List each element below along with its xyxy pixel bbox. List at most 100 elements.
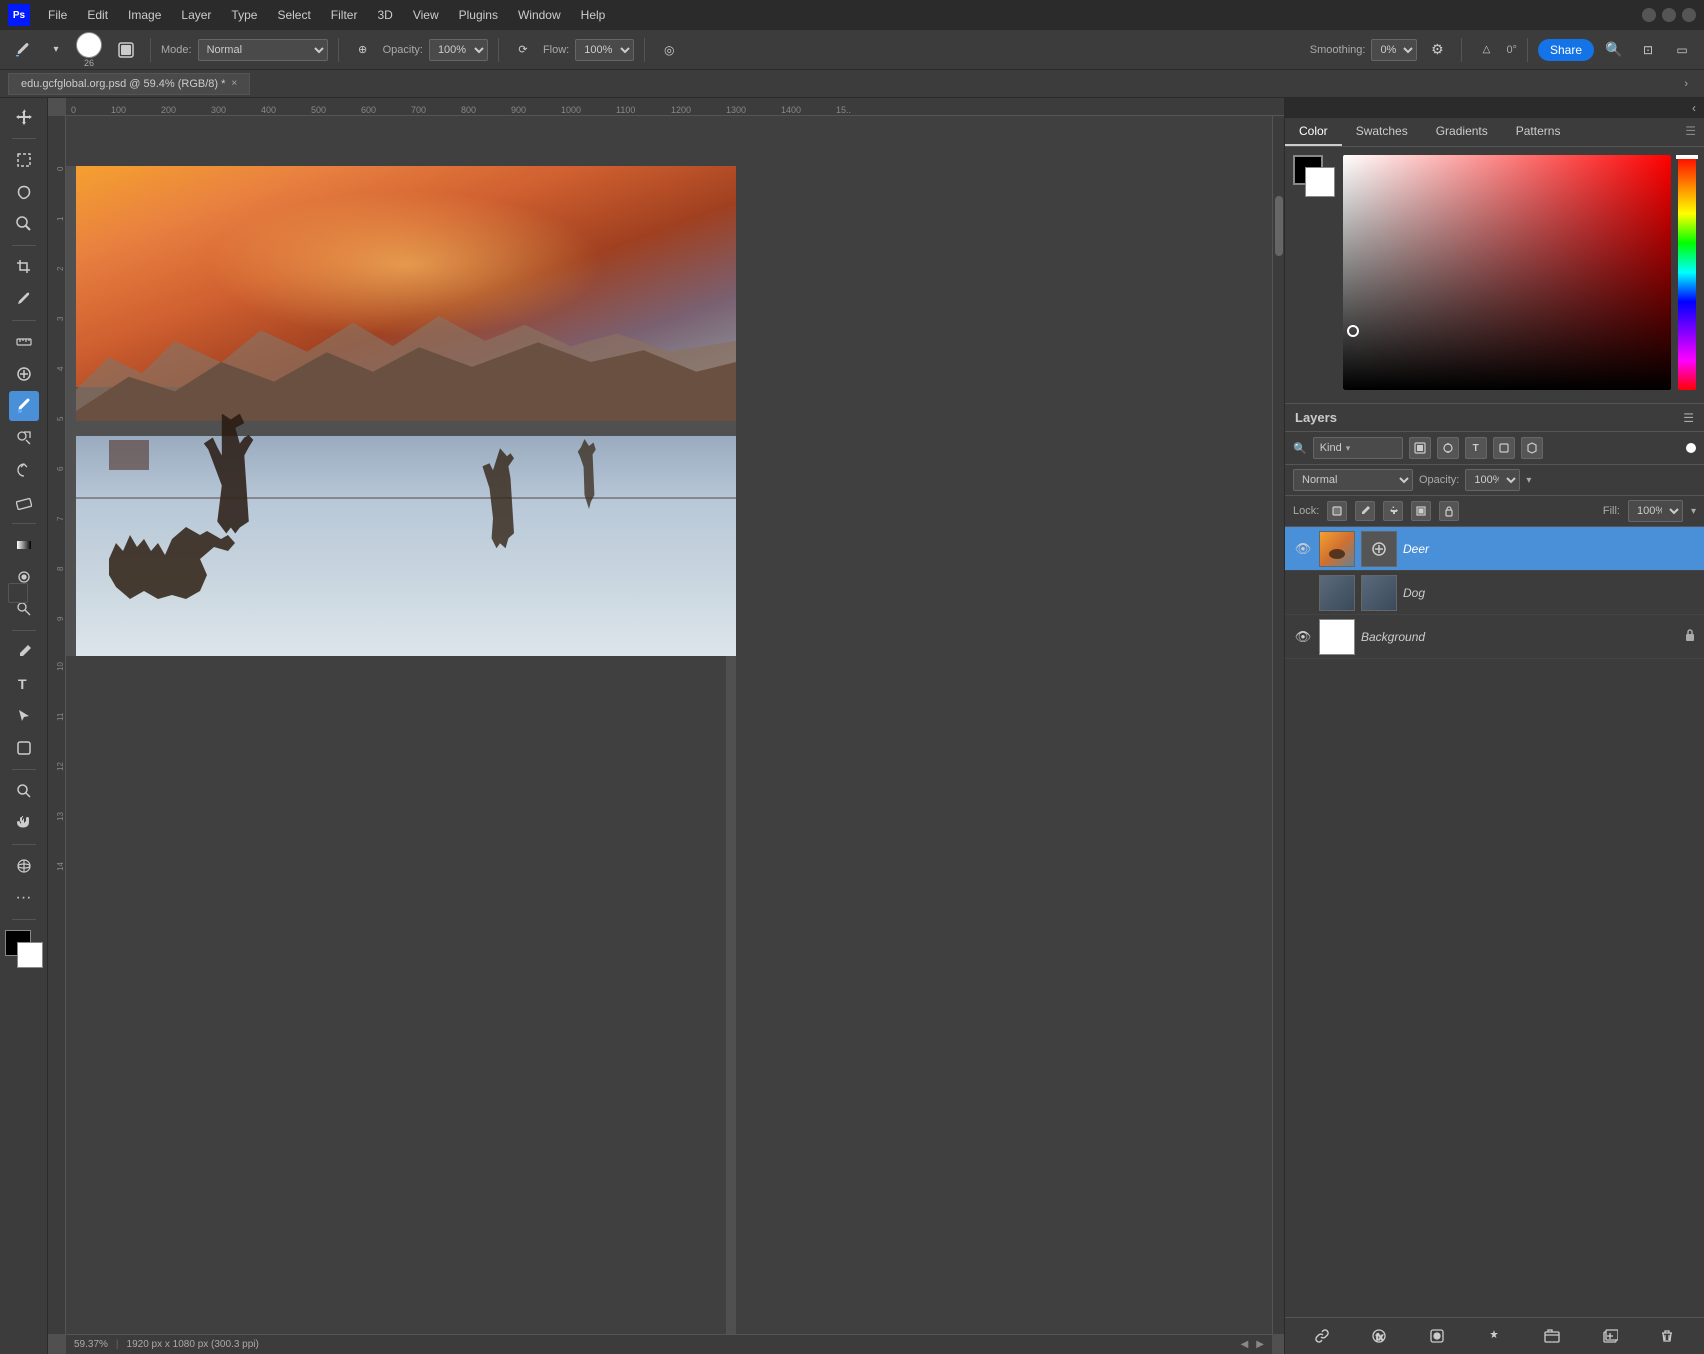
brush-tool[interactable]: [9, 391, 39, 421]
color-panel-menu[interactable]: ☰: [1677, 118, 1704, 146]
eye-icon-bg[interactable]: 👁: [1295, 629, 1312, 645]
delete-layer-button[interactable]: [1655, 1324, 1679, 1348]
menu-select[interactable]: Select: [269, 6, 318, 24]
layers-fill-dropdown[interactable]: 100%: [1628, 500, 1683, 522]
eyedropper-tool[interactable]: [9, 284, 39, 314]
lock-move-icon[interactable]: [1383, 501, 1403, 521]
tab-patterns[interactable]: Patterns: [1502, 118, 1575, 146]
right-panel-collapse[interactable]: ‹: [1692, 101, 1696, 115]
menu-3d[interactable]: 3D: [369, 6, 400, 24]
angle-icon[interactable]: △: [1472, 36, 1500, 64]
maximize-button[interactable]: [1662, 8, 1676, 22]
opacity-dropdown[interactable]: 100%: [429, 39, 488, 61]
fg-bg-swatches[interactable]: [5, 930, 43, 968]
tab-swatches[interactable]: Swatches: [1342, 118, 1422, 146]
lock-transparent-icon[interactable]: [1327, 501, 1347, 521]
share-button[interactable]: Share: [1538, 39, 1594, 61]
lock-artboard-icon[interactable]: [1411, 501, 1431, 521]
pen-tool[interactable]: [9, 637, 39, 667]
workspace-icon[interactable]: ⊡: [1634, 36, 1662, 64]
status-arrow-left[interactable]: ◀: [1241, 1339, 1249, 1350]
filter-shape-icon[interactable]: [1493, 437, 1515, 459]
extra-tools[interactable]: ···: [9, 883, 39, 913]
menu-filter[interactable]: Filter: [323, 6, 366, 24]
canvas-area[interactable]: 0 100 200 300 400 500 600 700 800 900 10…: [48, 98, 1284, 1354]
path-select-tool[interactable]: [9, 701, 39, 731]
tab-gradients[interactable]: Gradients: [1422, 118, 1502, 146]
menu-edit[interactable]: Edit: [79, 6, 116, 24]
menu-help[interactable]: Help: [573, 6, 614, 24]
layer-background[interactable]: 👁 Background: [1285, 615, 1704, 659]
add-adjustment-button[interactable]: [1482, 1324, 1506, 1348]
menu-file[interactable]: File: [40, 6, 75, 24]
menu-view[interactable]: View: [405, 6, 447, 24]
menu-layer[interactable]: Layer: [173, 6, 219, 24]
eraser-tool[interactable]: [9, 487, 39, 517]
filter-adjustment-icon[interactable]: [1437, 437, 1459, 459]
background-swatch[interactable]: [17, 942, 43, 968]
link-layers-button[interactable]: [1310, 1324, 1334, 1348]
marquee-tool[interactable]: [9, 145, 39, 175]
new-layer-button[interactable]: [1598, 1324, 1622, 1348]
history-brush-tool[interactable]: [9, 455, 39, 485]
panel-collapse-icon[interactable]: ›: [1676, 78, 1696, 90]
flow-icon[interactable]: ⟳: [509, 36, 537, 64]
lasso-tool[interactable]: [9, 177, 39, 207]
menu-type[interactable]: Type: [223, 6, 265, 24]
color-picker[interactable]: [1293, 155, 1696, 395]
panel-toggle-icon[interactable]: ▭: [1668, 36, 1696, 64]
search-icon[interactable]: 🔍: [1600, 36, 1628, 64]
zoom-tool[interactable]: [9, 776, 39, 806]
close-button[interactable]: [1682, 8, 1696, 22]
layer-deer-visibility[interactable]: 👁: [1293, 539, 1313, 559]
new-group-button[interactable]: [1540, 1324, 1564, 1348]
smoothing-dropdown[interactable]: 0%: [1371, 39, 1417, 61]
layer-dog[interactable]: 👁 Dog: [1285, 571, 1704, 615]
airbrush-icon[interactable]: ◎: [655, 36, 683, 64]
bg-color-swatch[interactable]: [1305, 167, 1335, 197]
menu-window[interactable]: Window: [510, 6, 569, 24]
text-tool[interactable]: T: [9, 669, 39, 699]
layer-deer[interactable]: 👁 Deer: [1285, 527, 1704, 571]
clone-stamp-tool[interactable]: [9, 423, 39, 453]
quick-select-tool[interactable]: [9, 209, 39, 239]
hue-slider[interactable]: [1678, 155, 1696, 390]
layers-opacity-dropdown[interactable]: 100%: [1465, 469, 1520, 491]
brush-tool-icon[interactable]: [8, 36, 36, 64]
vertical-scrollbar[interactable]: [1272, 116, 1284, 1334]
opacity-icon[interactable]: ⊕: [349, 36, 377, 64]
canvas-content[interactable]: [66, 116, 1272, 1334]
brush-options-dropdown[interactable]: ▾: [42, 36, 70, 64]
brush-hardness-icon[interactable]: [112, 36, 140, 64]
status-arrow-right[interactable]: ▶: [1256, 1339, 1264, 1350]
document-tab[interactable]: edu.gcfglobal.org.psd @ 59.4% (RGB/8) * …: [8, 73, 250, 95]
smoothing-settings-icon[interactable]: ⚙: [1423, 36, 1451, 64]
color-gradient-field[interactable]: [1343, 155, 1671, 390]
fill-dropdown-arrow[interactable]: ▾: [1691, 506, 1696, 517]
shape-tool[interactable]: [9, 733, 39, 763]
ruler-tool[interactable]: [9, 327, 39, 357]
menu-plugins[interactable]: Plugins: [451, 6, 506, 24]
eye-icon-deer[interactable]: 👁: [1295, 541, 1312, 557]
brush-preview[interactable]: [76, 32, 102, 58]
opacity-dropdown-arrow[interactable]: ▾: [1526, 475, 1531, 486]
gradient-tool[interactable]: [9, 530, 39, 560]
filter-toggle[interactable]: [1686, 443, 1696, 453]
layer-bg-visibility[interactable]: 👁: [1293, 627, 1313, 647]
lock-brush-icon[interactable]: [1355, 501, 1375, 521]
menu-image[interactable]: Image: [120, 6, 169, 24]
layers-blend-mode-dropdown[interactable]: Normal: [1293, 469, 1413, 491]
tab-color[interactable]: Color: [1285, 118, 1342, 146]
flow-dropdown[interactable]: 100%: [575, 39, 634, 61]
document-canvas[interactable]: [76, 166, 736, 656]
add-mask-button[interactable]: [1425, 1324, 1449, 1348]
eye-icon-dog[interactable]: 👁: [1295, 585, 1312, 601]
layer-dog-visibility[interactable]: 👁: [1293, 583, 1313, 603]
mode-dropdown[interactable]: Normal: [198, 39, 328, 61]
filter-type-icon[interactable]: T: [1465, 437, 1487, 459]
add-fx-button[interactable]: fx: [1367, 1324, 1391, 1348]
filter-pixel-icon[interactable]: [1409, 437, 1431, 459]
tab-close-button[interactable]: ×: [231, 78, 237, 89]
hand-tool[interactable]: [9, 808, 39, 838]
hue-slider-cursor[interactable]: [1676, 155, 1698, 159]
